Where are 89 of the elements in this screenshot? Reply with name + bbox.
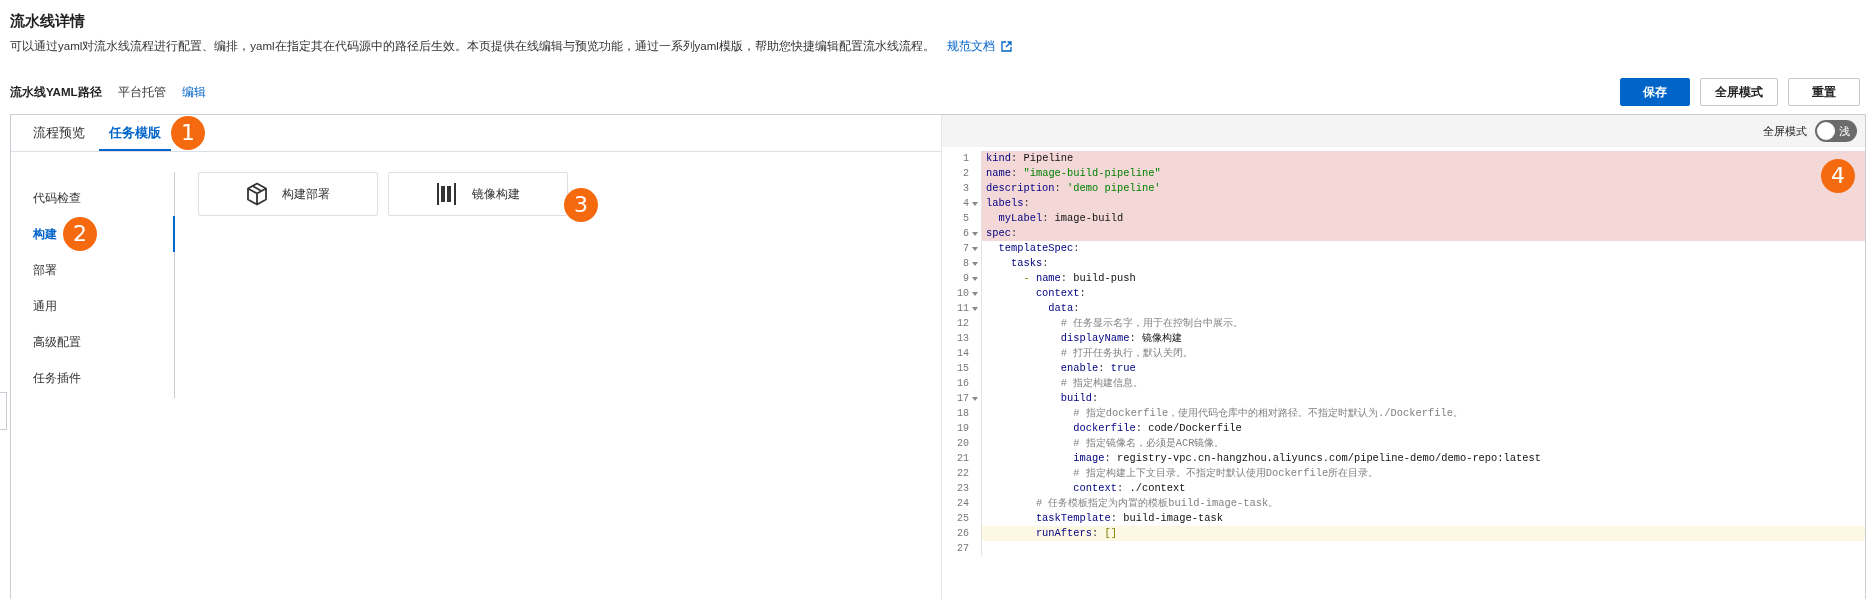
line-number: 16 (957, 377, 969, 391)
line-number: 7 (963, 242, 969, 256)
action-button[interactable]: 保存 (1620, 78, 1690, 106)
tab[interactable]: 流程预览 (23, 115, 95, 151)
fold-caret-icon[interactable] (972, 306, 978, 311)
code-line: - name: build-push (1022, 272, 1136, 284)
code-line: description: 'demo pipeline' (986, 182, 1161, 194)
line-number: 27 (957, 542, 969, 556)
sidebar-item[interactable]: 部署 (11, 252, 175, 288)
toggle-label: 全屏模式 (1763, 123, 1807, 139)
line-number: 15 (957, 362, 969, 376)
line-number: 5 (963, 212, 969, 226)
callout-badge: 1 (171, 116, 205, 150)
line-number: 23 (957, 482, 969, 496)
line-number: 19 (957, 422, 969, 436)
line-number: 18 (957, 407, 969, 421)
code-line: # 打开任务执行，默认关闭。 (1059, 347, 1194, 359)
path-label: 流水线YAML路径 (10, 84, 102, 100)
line-number: 22 (957, 467, 969, 481)
path-value: 平台托管 (117, 84, 166, 100)
code-line: taskTemplate: build-image-task (1034, 512, 1223, 524)
code-line: runAfters: [] (1034, 527, 1117, 539)
callout-badge: 3 (564, 188, 598, 222)
code-line: # 任务显示名字，用于在控制台中展示。 (1059, 317, 1244, 329)
fold-caret-icon[interactable] (972, 276, 978, 281)
code-line: image: registry-vpc.cn-hangzhou.aliyuncs.com/pipeline-demo/demo-repo:latest (1072, 452, 1541, 464)
line-number: 3 (963, 182, 969, 196)
line-number: 25 (957, 512, 969, 526)
line-number: 4 (963, 197, 969, 211)
callout-badge: 2 (63, 217, 97, 251)
action-button[interactable]: 重置 (1788, 78, 1860, 106)
line-number: 20 (957, 437, 969, 451)
fold-caret-icon[interactable] (972, 261, 978, 266)
code-line: # 指定构建信息。 (1059, 377, 1144, 389)
fold-caret-icon[interactable] (972, 246, 978, 251)
fold-caret-icon[interactable] (972, 291, 978, 296)
line-number: 14 (957, 347, 969, 361)
tab[interactable]: 任务模版 (99, 115, 171, 151)
code-line: build: (1059, 392, 1099, 404)
code-line: myLabel: image-build (997, 212, 1124, 224)
code-line: # 指定镜像名，必须是ACR镜像。 (1072, 437, 1225, 449)
code-line: labels: (986, 197, 1030, 209)
toggle-switch[interactable]: 浅 (1815, 120, 1857, 142)
fold-caret-icon[interactable] (972, 231, 978, 236)
barcode-icon (436, 182, 458, 206)
sidebar-item[interactable]: 任务插件 (11, 360, 175, 396)
line-number: 2 (963, 167, 969, 181)
edit-link[interactable]: 编辑 (181, 84, 206, 100)
code-line: # 指定dockerfile，使用代码仓库中的相对路径。不指定时默认为./Dockerfile。 (1072, 407, 1463, 419)
code-line: spec: (986, 227, 1018, 239)
page-title: 流水线详情 (10, 12, 85, 31)
code-line: displayName: 镜像构建 (1059, 332, 1182, 344)
line-number: 8 (963, 257, 969, 271)
fold-caret-icon[interactable] (972, 201, 978, 206)
code-line: templateSpec: (997, 242, 1080, 254)
line-number: 21 (957, 452, 969, 466)
sidebar-item[interactable]: 通用 (11, 288, 175, 324)
code-line: enable: true (1059, 362, 1136, 374)
code-editor[interactable] (941, 115, 1865, 599)
cube-icon (246, 182, 268, 206)
line-number: 13 (957, 332, 969, 346)
collapse-handle[interactable] (0, 392, 7, 430)
template-card[interactable]: 构建部署 (198, 172, 378, 216)
line-number: 26 (957, 527, 969, 541)
code-line: context: ./context (1072, 482, 1186, 494)
fold-caret-icon[interactable] (972, 396, 978, 401)
page-description: 可以通过yaml对流水线流程进行配置、编排，yaml在指定其在代码源中的路径后生效。本页提供在线编辑与预览功能，通过一系列yaml模版，帮助您快捷编辑配置流水线流程。 (10, 39, 935, 54)
sidebar-item[interactable]: 高级配置 (11, 324, 175, 360)
line-number: 12 (957, 317, 969, 331)
code-line: kind: Pipeline (986, 152, 1074, 164)
doc-link[interactable]: 规范文档 (946, 39, 995, 54)
code-line: data: (1047, 302, 1080, 314)
line-number: 24 (957, 497, 969, 511)
code-line: name: "image-build-pipeline" (986, 167, 1161, 179)
sidebar-item[interactable]: 代码检查 (11, 180, 175, 216)
line-number: 11 (957, 302, 969, 316)
code-line: dockerfile: code/Dockerfile (1072, 422, 1242, 434)
template-card[interactable]: 镜像构建 (388, 172, 568, 216)
line-number: 6 (963, 227, 969, 241)
line-number: 9 (963, 272, 969, 286)
line-number: 1 (963, 152, 969, 166)
code-line: # 指定构建上下文目录。不指定时默认使用Dockerfile所在目录。 (1072, 467, 1379, 479)
line-number: 17 (957, 392, 969, 406)
external-link-icon (1000, 41, 1012, 52)
code-line: tasks: (1009, 257, 1049, 269)
code-line: context: (1034, 287, 1086, 299)
action-button[interactable]: 全屏模式 (1700, 78, 1778, 106)
code-line: # 任务模板指定为内置的模板build-image-task。 (1034, 497, 1279, 509)
line-number: 10 (957, 287, 969, 301)
